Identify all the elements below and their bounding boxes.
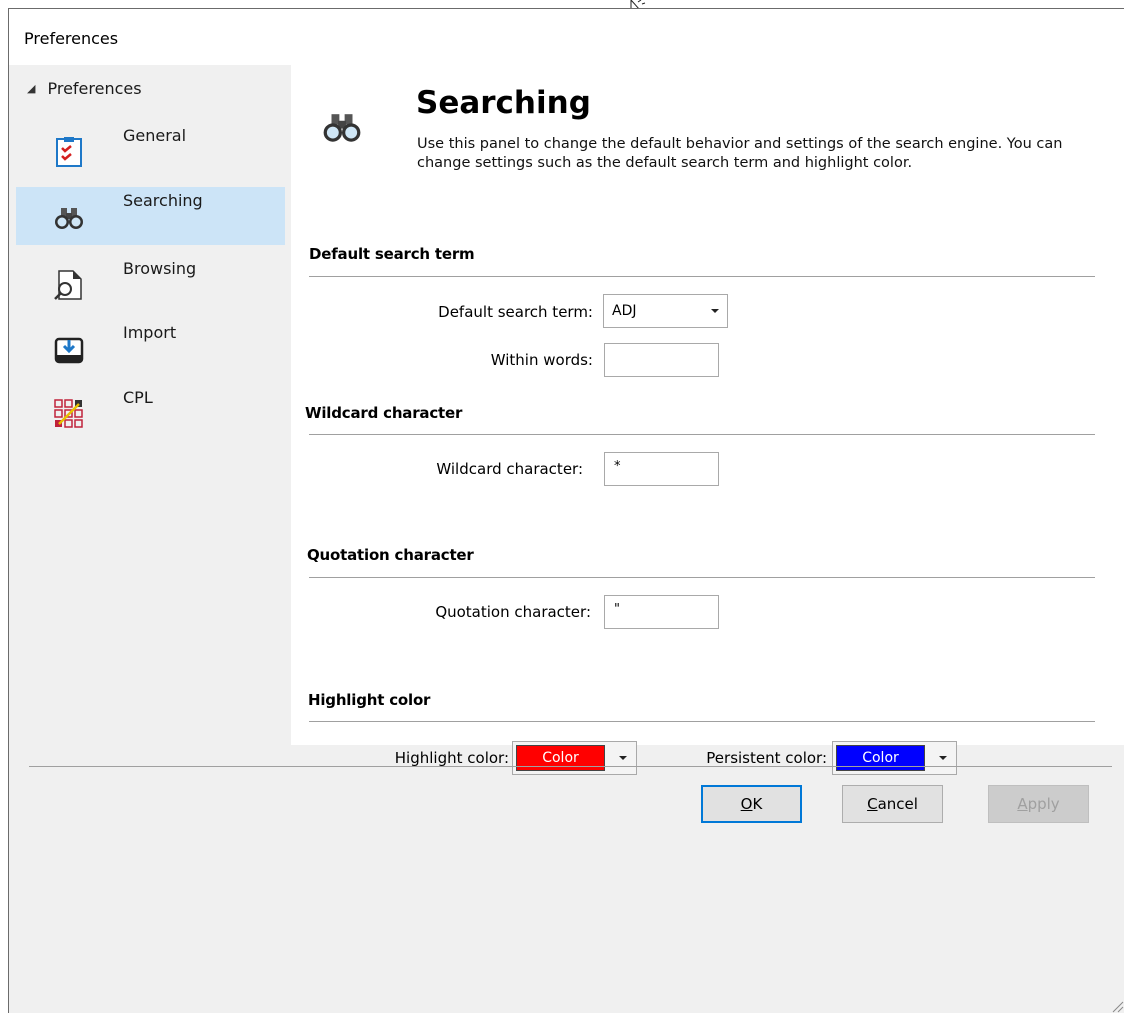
within-words-input[interactable] [604,343,719,377]
apply-button[interactable]: Apply [988,785,1089,823]
expand-triangle-icon[interactable]: ◢ [27,82,35,95]
section-title-wildcard: Wildcard character [305,404,463,422]
sidebar: ◢ Preferences General Searching Browsing… [9,65,290,745]
sidebar-item-searching[interactable]: Searching [16,187,285,245]
grid-pencil-icon [54,399,83,428]
sidebar-item-import[interactable]: Import [16,319,285,377]
title-bar: Preferences [9,9,1124,65]
wildcard-character-label: Wildcard character: [436,460,583,478]
section-divider [309,434,1095,435]
section-divider [309,577,1095,578]
sidebar-item-label: Browsing [123,259,197,278]
section-title-quotation: Quotation character [307,546,474,564]
default-search-term-dropdown[interactable]: ADJ [603,294,728,328]
sidebar-item-label: General [123,126,187,145]
dropdown-value: ADJ [612,303,637,319]
resize-grip-icon[interactable] [1110,999,1124,1013]
ok-mnemonic: O [740,795,753,813]
ok-label-rest: K [752,795,763,813]
checklist-icon [56,137,82,167]
cancel-label-rest: ancel [877,795,918,813]
sidebar-item-label: Searching [123,191,203,210]
cancel-button[interactable]: Cancel [842,785,943,823]
chevron-down-icon [939,756,947,760]
sidebar-item-browsing[interactable]: Browsing [16,255,285,313]
section-title-highlight: Highlight color [308,691,431,709]
persistent-color-swatch: Color [836,745,925,771]
binoculars-icon [55,208,83,229]
ok-button[interactable]: OK [701,785,802,823]
window-title: Preferences [24,29,119,48]
sidebar-item-label: Import [123,323,177,342]
sidebar-item-cpl[interactable]: CPL [16,384,285,442]
chevron-down-icon [619,756,627,760]
apply-mnemonic: A [1017,795,1028,813]
persistent-color-picker[interactable]: Color [832,741,957,775]
page-title: Searching [416,85,591,121]
highlight-color-picker[interactable]: Color [512,741,637,775]
cancel-mnemonic: C [867,795,878,813]
import-tray-icon [54,337,84,364]
section-title-default-search: Default search term [309,245,475,263]
sidebar-item-general[interactable]: General [16,122,285,180]
content-panel: Searching Use this panel to change the d… [291,65,1124,775]
section-divider [309,276,1095,277]
tree-root-label: Preferences [47,79,142,98]
chevron-down-icon [711,309,719,313]
binoculars-icon [323,114,361,142]
within-words-label: Within words: [490,351,593,369]
quotation-character-input[interactable]: " [604,595,719,629]
highlight-color-swatch: Color [516,745,605,771]
quotation-character-label: Quotation character: [435,603,591,621]
highlight-color-label: Highlight color: [394,749,509,767]
apply-label-rest: pply [1027,795,1060,813]
tree-root-preferences[interactable]: ◢ Preferences [27,79,142,98]
wildcard-character-input[interactable]: * [604,452,719,486]
persistent-color-label: Persistent color: [706,749,827,767]
default-search-term-label: Default search term: [438,303,593,321]
section-divider [309,721,1095,722]
page-description: Use this panel to change the default beh… [417,136,1063,171]
sidebar-item-label: CPL [123,388,153,407]
footer-divider [29,766,1112,767]
document-magnifier-icon [54,270,82,300]
preferences-window: Preferences ◢ Preferences General Search… [8,8,1124,1013]
